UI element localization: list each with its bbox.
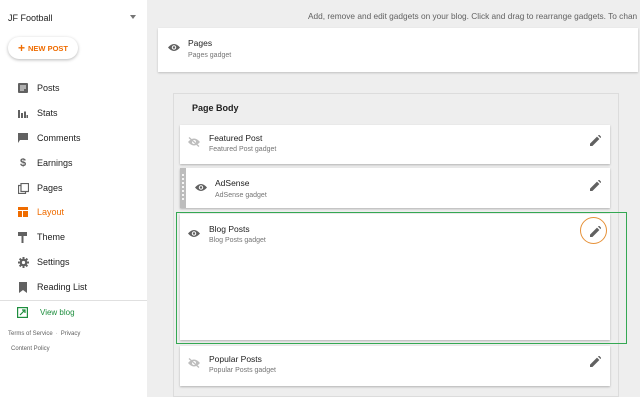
pages-icon xyxy=(17,182,29,194)
gadget-subtitle: AdSense gadget xyxy=(215,192,267,199)
sidebar: JF Football + NEW POST Posts Stats Comme… xyxy=(0,0,147,397)
pencil-icon[interactable] xyxy=(590,354,602,367)
gadget-subtitle: Popular Posts gadget xyxy=(209,367,276,374)
view-blog-link[interactable]: View blog xyxy=(0,304,147,322)
content-policy-link[interactable]: Content Policy xyxy=(11,346,50,352)
terms-link[interactable]: Terms of Service xyxy=(8,331,53,337)
sidebar-item-label: Settings xyxy=(37,257,70,267)
new-post-label: NEW POST xyxy=(28,43,69,53)
eye-icon[interactable] xyxy=(168,39,180,51)
highlight-box xyxy=(176,212,627,344)
separator-dot: · xyxy=(55,331,58,337)
caret-down-icon xyxy=(130,15,136,19)
bookmark-icon xyxy=(17,281,29,293)
dollar-icon: $ xyxy=(19,157,27,169)
edit-highlight-circle xyxy=(580,217,607,244)
privacy-link[interactable]: Privacy xyxy=(61,331,81,337)
sidebar-item-label: Earnings xyxy=(37,158,73,168)
eye-icon[interactable] xyxy=(195,179,207,191)
blog-name: JF Football xyxy=(8,13,53,23)
gadget-title: Pages xyxy=(188,38,213,48)
sidebar-item-theme[interactable]: Theme xyxy=(0,226,147,248)
pencil-icon[interactable] xyxy=(590,178,602,191)
sidebar-item-comments[interactable]: Comments xyxy=(0,127,147,149)
sidebar-item-label: Theme xyxy=(37,232,66,242)
paint-roller-icon xyxy=(17,231,29,243)
section-title: Page Body xyxy=(192,103,239,113)
footer-links: Terms of Service · Privacy Content Policy xyxy=(8,327,80,357)
sidebar-divider xyxy=(0,300,147,301)
layout-instructions: Add, remove and edit gadgets on your blo… xyxy=(308,11,638,21)
plus-icon: + xyxy=(17,41,25,55)
sidebar-item-reading-list[interactable]: Reading List xyxy=(0,276,147,298)
posts-icon xyxy=(17,82,29,94)
sidebar-item-layout[interactable]: Layout xyxy=(0,201,147,223)
drag-handle[interactable] xyxy=(180,168,186,208)
sidebar-item-label: Reading List xyxy=(37,282,88,292)
gear-icon xyxy=(17,256,29,268)
gadget-title: Popular Posts xyxy=(209,354,262,364)
sidebar-item-label: Comments xyxy=(37,133,81,143)
eye-off-icon[interactable] xyxy=(188,355,200,368)
blog-selector[interactable]: JF Football xyxy=(8,13,136,27)
sidebar-item-label: Layout xyxy=(37,207,65,217)
view-blog-label: View blog xyxy=(40,308,75,317)
sidebar-item-label: Pages xyxy=(37,183,63,193)
gadget-subtitle: Featured Post gadget xyxy=(209,146,277,153)
gadget-title: AdSense xyxy=(215,178,250,188)
layout-icon xyxy=(17,206,29,218)
new-post-button[interactable]: + NEW POST xyxy=(8,37,78,59)
sidebar-item-earnings[interactable]: $ Earnings xyxy=(0,152,147,174)
pencil-icon[interactable] xyxy=(590,133,602,146)
gadget-pages[interactable]: Pages Pages gadget xyxy=(158,28,638,72)
gadget-adsense[interactable]: AdSense AdSense gadget xyxy=(180,168,610,208)
gadget-subtitle: Pages gadget xyxy=(188,52,232,59)
stats-icon xyxy=(17,107,29,119)
sidebar-item-posts[interactable]: Posts xyxy=(0,77,147,99)
gadget-title: Featured Post xyxy=(209,133,263,143)
comments-icon xyxy=(17,132,29,144)
external-link-icon xyxy=(17,307,29,319)
gadget-popular-posts[interactable]: Popular Posts Popular Posts gadget xyxy=(180,346,610,386)
pages-gadget-panel: Pages Pages gadget xyxy=(158,28,638,72)
gadget-featured-post[interactable]: Featured Post Featured Post gadget xyxy=(180,125,610,164)
sidebar-item-settings[interactable]: Settings xyxy=(0,251,147,273)
sidebar-item-label: Posts xyxy=(37,83,60,93)
sidebar-item-pages[interactable]: Pages xyxy=(0,177,147,199)
sidebar-item-label: Stats xyxy=(37,108,58,118)
sidebar-item-stats[interactable]: Stats xyxy=(0,102,147,124)
eye-off-icon[interactable] xyxy=(188,134,200,147)
